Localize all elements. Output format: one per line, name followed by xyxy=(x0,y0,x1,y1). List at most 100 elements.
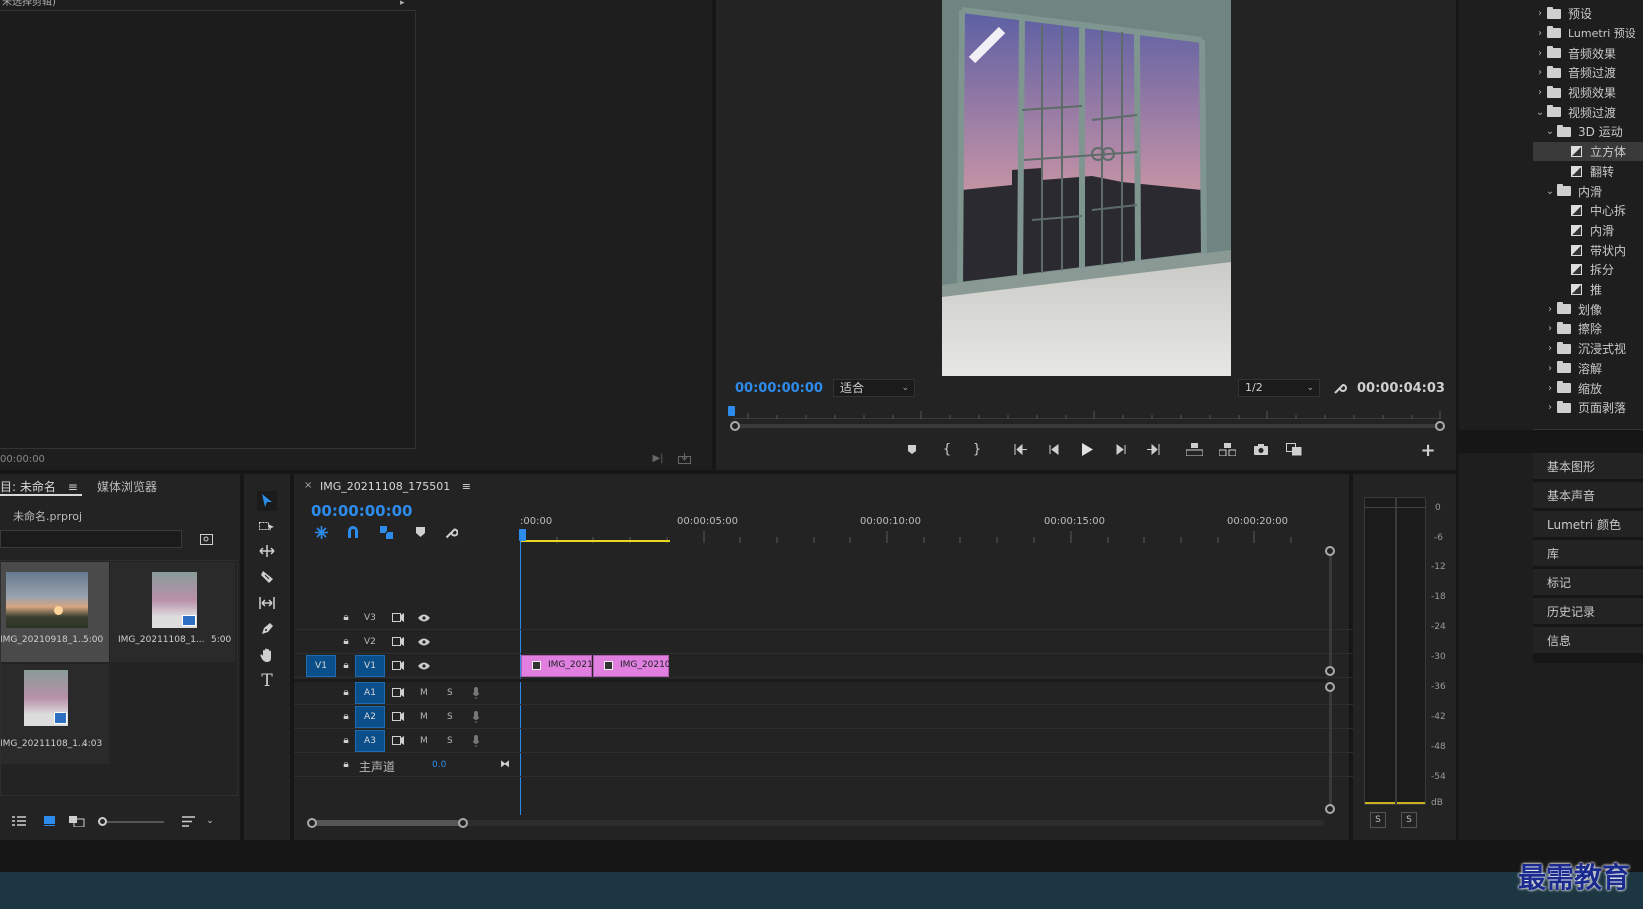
track-target-v1[interactable]: V1 xyxy=(355,655,385,677)
track-target-a3[interactable]: A3 xyxy=(355,730,385,752)
side-panel-libraries[interactable]: 库 xyxy=(1533,540,1643,567)
effects-item[interactable]: › 划像 xyxy=(1533,300,1643,320)
sequence-menu-icon[interactable]: ≡ xyxy=(462,480,471,493)
add-marker-timeline-icon[interactable] xyxy=(412,524,428,540)
ripple-edit-tool-icon[interactable] xyxy=(257,541,277,561)
chevron-down-icon[interactable]: ⌄ xyxy=(1533,107,1547,118)
chevron-right-icon[interactable]: › xyxy=(1543,363,1557,374)
source-menu-chevron-icon[interactable]: ▸ xyxy=(400,0,405,8)
meter-solo-left-button[interactable]: S xyxy=(1370,812,1386,828)
project-item-3[interactable]: IMG_20211108_1... 4:03 xyxy=(0,664,109,764)
effects-item[interactable]: › 页面剥落 xyxy=(1533,398,1643,418)
add-marker-icon[interactable] xyxy=(905,442,919,456)
track-target-a1[interactable]: A1 xyxy=(355,682,385,704)
chevron-right-icon[interactable]: › xyxy=(1533,67,1547,78)
hand-tool-icon[interactable] xyxy=(257,645,277,665)
timeline-clip[interactable]: IMG_2021 xyxy=(521,655,593,677)
timeline-settings-wrench-icon[interactable] xyxy=(443,524,459,540)
selection-tool-icon[interactable] xyxy=(257,491,277,511)
master-volume-value[interactable]: 0.0 xyxy=(432,760,446,770)
icon-view-icon[interactable] xyxy=(42,814,56,828)
effects-item[interactable]: 翻转 xyxy=(1533,162,1643,182)
tab-media-browser[interactable]: 媒体浏览器 xyxy=(97,478,157,495)
sync-lock-icon[interactable] xyxy=(391,659,405,672)
timeline-timecode[interactable]: 00:00:00:00 xyxy=(311,502,413,520)
effects-item[interactable]: › Lumetri 预设 xyxy=(1533,24,1643,44)
effects-item[interactable]: › 视频效果 xyxy=(1533,83,1643,103)
lock-icon[interactable]: 🔒︎ xyxy=(340,686,352,698)
eye-icon[interactable] xyxy=(417,659,431,672)
chevron-right-icon[interactable]: › xyxy=(1543,402,1557,413)
extract-icon[interactable] xyxy=(1218,441,1236,457)
scroll-handle-mid[interactable] xyxy=(1325,666,1335,676)
zoom-slider-handle[interactable] xyxy=(98,817,107,826)
scroll-left-handle[interactable] xyxy=(307,818,317,828)
lock-icon[interactable]: 🔒︎ xyxy=(340,659,352,671)
compare-view-icon[interactable] xyxy=(1285,441,1303,457)
timeline-scroll-thumb[interactable] xyxy=(312,820,464,826)
project-search-input[interactable] xyxy=(0,530,182,548)
solo-button[interactable]: S xyxy=(447,712,453,722)
lock-icon[interactable]: 🔒︎ xyxy=(340,635,352,647)
chevron-down-icon[interactable]: ⌄ xyxy=(1543,186,1557,197)
panel-menu-icon[interactable]: ≡ xyxy=(68,480,78,494)
sync-lock-icon[interactable] xyxy=(391,734,405,747)
nest-toggle-icon[interactable] xyxy=(313,524,329,540)
effects-item[interactable]: › 缩放 xyxy=(1533,378,1643,398)
effects-item[interactable]: › 预设 xyxy=(1533,4,1643,24)
audio-tracks-scrollbar[interactable] xyxy=(1329,686,1332,808)
resolution-dropdown[interactable]: 1/2 ⌄ xyxy=(1238,379,1320,397)
sync-lock-icon[interactable] xyxy=(391,635,405,648)
microphone-icon[interactable] xyxy=(470,710,482,724)
sequence-tab[interactable]: IMG_20211108_175501 ≡ xyxy=(320,480,471,493)
chevron-right-icon[interactable]: › xyxy=(1533,48,1547,59)
sync-lock-icon[interactable] xyxy=(391,686,405,699)
go-to-out-icon[interactable] xyxy=(1145,442,1161,456)
effects-item[interactable]: 拆分 xyxy=(1533,260,1643,280)
chevron-right-icon[interactable]: › xyxy=(1543,383,1557,394)
razor-tool-icon[interactable] xyxy=(257,567,277,587)
freeform-view-icon[interactable] xyxy=(68,814,86,828)
sort-icon[interactable] xyxy=(180,814,196,828)
chevron-down-icon[interactable]: ⌄ xyxy=(1543,126,1557,137)
effects-item[interactable]: › 沉浸式视 xyxy=(1533,339,1643,359)
chevron-right-icon[interactable]: › xyxy=(1533,28,1547,39)
scrollbar-right-handle[interactable] xyxy=(1435,421,1445,431)
track-target-a2[interactable]: A2 xyxy=(355,706,385,728)
scroll-handle-audio-top[interactable] xyxy=(1325,682,1335,692)
solo-button[interactable]: S xyxy=(447,688,453,698)
microphone-icon[interactable] xyxy=(470,734,482,748)
source-monitor-header[interactable]: 未选择剪辑) xyxy=(0,0,416,11)
project-item-1[interactable]: IMG_20210918_1... 5:00 xyxy=(0,562,109,662)
chevron-right-icon[interactable]: › xyxy=(1533,8,1547,19)
side-panel-info[interactable]: 信息 xyxy=(1533,627,1643,654)
effects-item[interactable]: 推 xyxy=(1533,280,1643,300)
program-time-ruler[interactable] xyxy=(733,405,1441,419)
timeline-playhead-handle[interactable] xyxy=(519,529,526,541)
video-tracks-scrollbar[interactable] xyxy=(1329,551,1332,671)
step-back-icon[interactable] xyxy=(1046,442,1062,456)
side-panel-lumetri-color[interactable]: Lumetri 颜色 xyxy=(1533,511,1643,538)
tab-project[interactable]: 项目: 未命名 ≡ xyxy=(0,478,82,496)
chevron-right-icon[interactable]: › xyxy=(1543,304,1557,315)
track-select-tool-icon[interactable] xyxy=(257,516,277,536)
program-timecode[interactable]: 00:00:00:00 xyxy=(735,381,823,396)
chevron-right-icon[interactable]: › xyxy=(1543,343,1557,354)
microphone-icon[interactable] xyxy=(470,686,482,700)
sync-lock-icon[interactable] xyxy=(391,611,405,624)
export-frame-icon[interactable]: ▶| xyxy=(651,452,665,464)
effects-item[interactable]: › 擦除 xyxy=(1533,319,1643,339)
source-patch-v1[interactable]: V1 xyxy=(306,655,336,677)
effects-item[interactable]: ⌄ 内滑 xyxy=(1533,181,1643,201)
slip-tool-icon[interactable] xyxy=(257,593,277,613)
camera-icon[interactable] xyxy=(1253,441,1269,457)
go-to-in-icon[interactable] xyxy=(1013,442,1029,456)
project-item-2[interactable]: IMG_20211108_1... 5:00 xyxy=(110,562,235,662)
timeline-ruler[interactable]: :00:00 00:00:05:00 00:00:10:00 00:00:15:… xyxy=(520,512,1325,544)
pen-tool-icon[interactable] xyxy=(257,619,277,639)
lift-icon[interactable] xyxy=(1185,441,1203,457)
sync-lock-icon[interactable] xyxy=(391,710,405,723)
eye-icon[interactable] xyxy=(417,635,431,648)
fit-dropdown[interactable]: 适合 ⌄ xyxy=(833,379,915,397)
effects-item[interactable]: 带状内 xyxy=(1533,240,1643,260)
